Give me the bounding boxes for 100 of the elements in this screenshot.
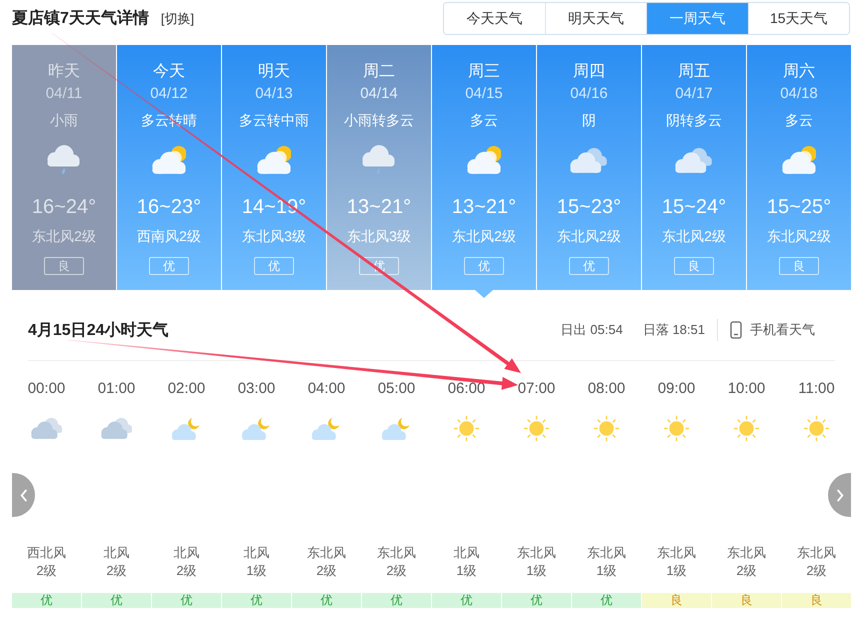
wind-level: 1级	[456, 562, 477, 580]
air-quality-bar: 优	[432, 593, 501, 608]
weather-condition: 多云	[470, 111, 498, 130]
hour-time: 07:00	[518, 379, 556, 399]
cloud-icon	[100, 417, 132, 439]
air-quality-bar: 优	[12, 593, 81, 608]
mobile-weather-link[interactable]: 手机看天气	[730, 321, 815, 339]
chevron-left-icon	[20, 488, 28, 502]
day-card[interactable]: 周四 04/16 阴 15~23° 东北风2级 优	[537, 45, 641, 290]
wind-text: 东北风2级	[767, 227, 831, 246]
wind-direction: 东北风	[377, 544, 416, 562]
weather-condition: 小雨转多云	[344, 111, 414, 130]
wind-text: 东北风2级	[557, 227, 621, 246]
wind-text: 东北风3级	[347, 227, 411, 246]
wind-text: 东北风2级	[452, 227, 516, 246]
wind-level: 2级	[106, 562, 127, 580]
hour-time: 06:00	[448, 379, 486, 399]
phone-icon	[730, 321, 742, 339]
sun-icon	[453, 414, 480, 442]
air-quality-bar: 优	[502, 593, 571, 608]
air-quality-bar: 优	[82, 593, 151, 608]
hour-time: 01:00	[98, 379, 136, 399]
chevron-right-icon	[836, 488, 844, 502]
rain-cloud-icon	[362, 144, 396, 176]
day-card[interactable]: 昨天 04/11 小雨 16~24° 东北风2级 良	[12, 45, 116, 290]
day-date: 04/12	[150, 84, 188, 104]
day-card[interactable]: 周六 04/18 多云 15~25° 东北风2级 良	[747, 45, 851, 290]
air-quality-bar: 优	[572, 593, 641, 608]
sun-icon	[663, 414, 690, 442]
day-label: 明天	[258, 62, 290, 82]
moon-cloud-icon	[382, 416, 411, 440]
temperature-range: 13~21°	[452, 195, 516, 220]
wind-direction: 东北风	[727, 544, 766, 562]
wind-level: 1级	[596, 562, 617, 580]
weather-condition: 多云	[785, 111, 813, 130]
wind-direction: 东北风	[657, 544, 696, 562]
air-quality-bar: 优	[152, 593, 221, 608]
wind-direction: 北风	[104, 544, 130, 562]
hour-time: 05:00	[378, 379, 416, 399]
moon-cloud-icon	[312, 416, 341, 440]
wind-text: 东北风2级	[662, 227, 726, 246]
tab[interactable]: 15天天气	[748, 3, 849, 34]
moon-cloud-icon	[242, 416, 271, 440]
wind-direction: 北风	[454, 544, 480, 562]
wind-level: 1级	[666, 562, 687, 580]
scroll-right-button[interactable]	[828, 473, 851, 517]
wind-level: 2级	[36, 562, 57, 580]
air-quality-badge: 优	[254, 257, 294, 275]
sunset-time: 日落 18:51	[642, 321, 705, 339]
wind-text: 西南风2级	[137, 227, 201, 246]
air-quality-bar: 优	[362, 593, 431, 608]
air-quality-bar: 良	[782, 593, 851, 608]
day-label: 今天	[153, 62, 185, 82]
wind-level: 2级	[736, 562, 757, 580]
wind-direction: 东北风	[587, 544, 626, 562]
temperature-range: 13~21°	[346, 195, 412, 220]
hour-time: 03:00	[238, 379, 276, 399]
sun-cloud-icon	[256, 146, 292, 174]
day-date: 04/13	[255, 84, 293, 104]
day-date: 04/16	[570, 84, 608, 104]
scroll-left-button[interactable]	[12, 473, 35, 517]
hour-time: 11:00	[798, 379, 835, 399]
tab[interactable]: 一周天气	[646, 3, 748, 34]
section-title: 4月15日24小时天气	[28, 320, 168, 340]
day-date: 04/14	[360, 84, 398, 104]
hour-time: 08:00	[588, 379, 626, 399]
air-quality-bar: 良	[642, 593, 711, 608]
wind-level: 1级	[246, 562, 267, 580]
wind-level: 2级	[316, 562, 337, 580]
cloud-icon	[675, 147, 713, 173]
wind-text: 东北风2级	[32, 227, 96, 246]
sun-icon	[803, 414, 830, 442]
wind-level: 1级	[526, 562, 547, 580]
sun-icon	[733, 414, 760, 442]
temperature-range: 16~23°	[136, 195, 202, 220]
day-date: 04/15	[465, 84, 503, 104]
temperature-range: 16~24°	[32, 195, 96, 220]
wind-level: 2级	[176, 562, 197, 580]
weather-condition: 阴转多云	[666, 111, 722, 130]
wind-level: 2级	[386, 562, 407, 580]
day-label: 周五	[678, 62, 710, 82]
hour-time: 00:00	[28, 379, 66, 399]
wind-text: 东北风3级	[242, 227, 306, 246]
sun-icon	[523, 414, 550, 442]
day-date: 04/11	[46, 84, 82, 104]
sun-icon	[593, 414, 620, 442]
day-card[interactable]: 周三 04/15 多云 13~21° 东北风2级 优	[432, 45, 536, 290]
air-quality-badge: 优	[149, 257, 189, 275]
sun-cloud-icon	[152, 146, 186, 174]
weather-condition: 阴	[582, 111, 596, 130]
wind-direction: 北风	[174, 544, 200, 562]
weather-condition: 小雨	[50, 111, 78, 130]
air-quality-badge: 良	[674, 257, 714, 275]
switch-link[interactable]: [切换]	[160, 10, 194, 28]
air-quality-badge: 良	[779, 257, 819, 275]
air-quality-bar: 优	[292, 593, 361, 608]
weather-condition: 多云转中雨	[239, 111, 309, 130]
day-card[interactable]: 周五 04/17 阴转多云 15~24° 东北风2级 良	[642, 45, 746, 290]
moon-cloud-icon	[172, 416, 201, 440]
day-date: 04/17	[675, 84, 713, 104]
